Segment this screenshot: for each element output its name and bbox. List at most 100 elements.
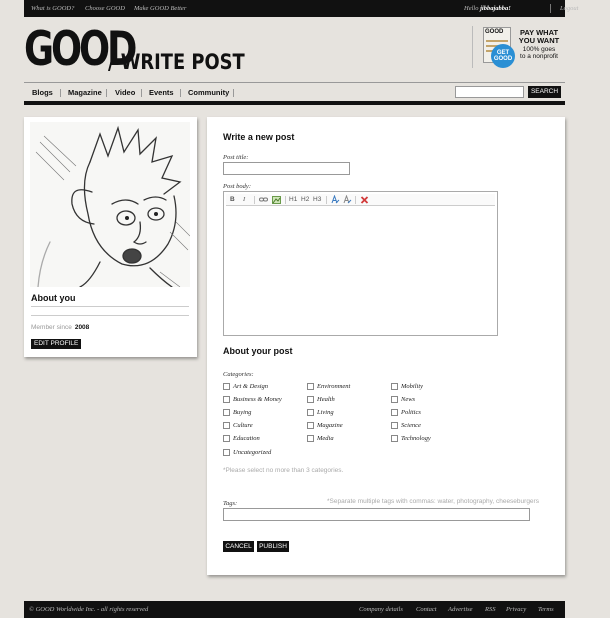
checkbox[interactable] xyxy=(307,409,314,416)
category-label: News xyxy=(401,396,416,403)
category-living[interactable]: Living xyxy=(307,409,334,416)
profile-panel: About you Member since 2008 EDIT PROFILE xyxy=(24,117,197,357)
nav-video[interactable]: Video xyxy=(115,88,135,97)
h2-button[interactable]: H2 xyxy=(301,195,309,205)
post-body-editor[interactable]: B I H1 H2 H3 xyxy=(223,191,498,336)
promo-line-4: to a nonprofit xyxy=(520,52,558,60)
header-rule xyxy=(24,82,565,83)
checkbox[interactable] xyxy=(391,422,398,429)
search-button[interactable]: SEARCH xyxy=(528,86,561,98)
category-technology[interactable]: Technology xyxy=(391,435,431,442)
bold-button[interactable]: B xyxy=(230,195,235,205)
nav-events[interactable]: Events xyxy=(149,88,174,97)
post-title-label: Post title: xyxy=(223,154,249,161)
checkbox[interactable] xyxy=(223,422,230,429)
category-politics[interactable]: Politics xyxy=(391,409,421,416)
cancel-button[interactable]: CANCEL xyxy=(223,541,254,552)
checkbox[interactable] xyxy=(391,383,398,390)
checkbox[interactable] xyxy=(391,396,398,403)
main-nav: Blogs Magazine Video Events Community SE… xyxy=(24,84,565,100)
delete-icon[interactable] xyxy=(360,195,369,209)
nav-divider xyxy=(60,89,61,97)
get-good-badge: GET GOOD xyxy=(491,44,515,68)
checkbox[interactable] xyxy=(223,396,230,403)
category-label: Environment xyxy=(317,383,351,390)
category-culture[interactable]: Culture xyxy=(223,422,253,429)
nav-community[interactable]: Community xyxy=(188,88,229,97)
checkbox[interactable] xyxy=(307,396,314,403)
italic-button[interactable]: I xyxy=(243,195,245,205)
logout-link[interactable]: Logout xyxy=(560,5,578,12)
category-science[interactable]: Science xyxy=(391,422,421,429)
checkbox[interactable] xyxy=(223,449,230,456)
edit-profile-button[interactable]: EDIT PROFILE xyxy=(31,339,82,349)
checkbox[interactable] xyxy=(223,409,230,416)
footer-link-terms[interactable]: Terms xyxy=(538,606,554,613)
h3-button[interactable]: H3 xyxy=(313,195,321,205)
topbar-link-make-good-better[interactable]: Make GOOD Better xyxy=(134,5,186,12)
checkbox[interactable] xyxy=(223,383,230,390)
toolbar-divider xyxy=(355,196,356,204)
h1-button[interactable]: H1 xyxy=(289,195,297,205)
category-uncategorized[interactable]: Uncategorized xyxy=(223,449,271,456)
image-icon[interactable] xyxy=(272,195,281,209)
footer-link-privacy[interactable]: Privacy xyxy=(506,606,526,613)
topbar-link-choose-good[interactable]: Choose GOOD xyxy=(85,5,125,12)
category-health[interactable]: Health xyxy=(307,396,335,403)
username-link[interactable]: jibbajabba! xyxy=(480,5,511,12)
category-label: Uncategorized xyxy=(233,449,272,456)
link-icon[interactable] xyxy=(259,195,268,209)
category-education[interactable]: Education xyxy=(223,435,260,442)
spellcheck-icon[interactable] xyxy=(331,194,340,209)
category-mobility[interactable]: Mobility xyxy=(391,383,423,390)
member-since: Member since 2008 xyxy=(31,324,89,331)
toolbar-divider xyxy=(285,196,286,204)
search-input[interactable] xyxy=(455,86,524,98)
write-post-heading: Write a new post xyxy=(223,132,295,142)
checkbox[interactable] xyxy=(307,383,314,390)
top-bar: What is GOOD? Choose GOOD Make GOOD Bett… xyxy=(24,0,578,17)
category-label: Business & Money xyxy=(233,396,282,403)
member-since-label: Member since xyxy=(31,324,72,331)
greeting: Hello jibbajabba! xyxy=(464,5,511,12)
category-magazine[interactable]: Magazine xyxy=(307,422,343,429)
promo-divider xyxy=(472,26,473,68)
about-you-heading: About you xyxy=(31,293,76,303)
editor-toolbar: B I H1 H2 H3 xyxy=(226,194,495,206)
topbar-divider xyxy=(550,4,551,13)
nav-blogs[interactable]: Blogs xyxy=(32,88,53,97)
checkbox[interactable] xyxy=(223,435,230,442)
category-label: Culture xyxy=(233,422,253,429)
category-media[interactable]: Media xyxy=(307,435,334,442)
checkbox[interactable] xyxy=(307,422,314,429)
categories-label: Categories: xyxy=(223,371,254,378)
divider xyxy=(31,315,189,316)
category-label: Politics xyxy=(401,409,421,416)
topbar-link-what-is-good[interactable]: What is GOOD? xyxy=(31,5,74,12)
post-body-label: Post body: xyxy=(223,183,251,190)
category-news[interactable]: News xyxy=(391,396,415,403)
publish-button[interactable]: PUBLISH xyxy=(257,541,289,552)
category-business-money[interactable]: Business & Money xyxy=(223,396,282,403)
toolbar-divider xyxy=(254,196,255,204)
greeting-hello: Hello xyxy=(464,5,479,12)
category-buying[interactable]: Buying xyxy=(223,409,251,416)
checkbox[interactable] xyxy=(391,409,398,416)
category-environment[interactable]: Environment xyxy=(307,383,350,390)
checkbox[interactable] xyxy=(391,435,398,442)
checkbox[interactable] xyxy=(307,435,314,442)
remove-format-icon[interactable] xyxy=(343,194,352,209)
tags-input[interactable] xyxy=(223,508,530,521)
footer-link-contact[interactable]: Contact xyxy=(416,606,437,613)
nav-magazine[interactable]: Magazine xyxy=(68,88,102,97)
magazine-cover-title: GOOD xyxy=(485,29,504,35)
footer-link-company-details[interactable]: Company details xyxy=(359,606,403,613)
category-art-design[interactable]: Art & Design xyxy=(223,383,268,390)
nav-divider xyxy=(233,89,234,97)
category-label: Science xyxy=(401,422,421,429)
footer-link-advertise[interactable]: Advertise xyxy=(448,606,473,613)
promo-text: PAY WHAT YOU WANT 100% goes to a nonprof… xyxy=(518,28,560,60)
avatar-sketch xyxy=(35,125,190,287)
post-title-input[interactable] xyxy=(223,162,350,175)
footer-link-rss[interactable]: RSS xyxy=(485,606,495,613)
